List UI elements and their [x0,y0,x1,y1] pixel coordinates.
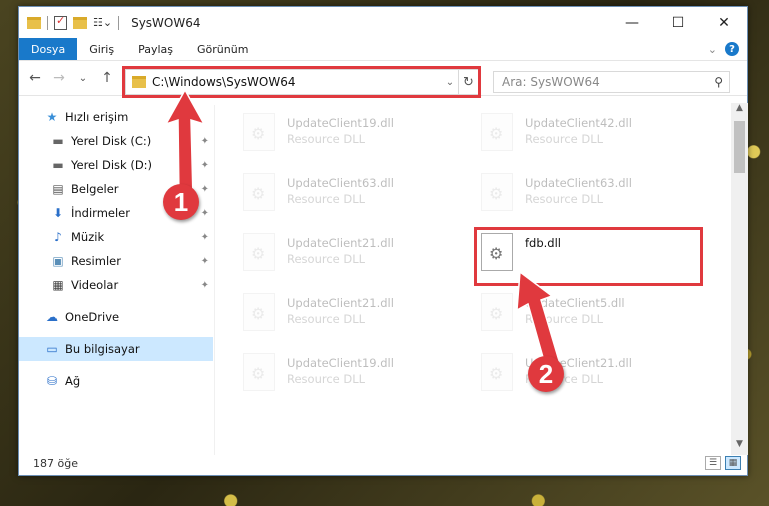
dll-file-icon [481,173,513,211]
status-bar: 187 öğe ☰ ▦ [19,451,747,475]
star-icon: ★ [46,110,58,124]
sidebar-item-label: Hızlı erişim [65,110,129,124]
dll-file-icon [243,353,275,391]
window-controls: — ☐ ✕ [609,7,747,38]
file-type: Resource DLL [287,312,366,326]
documents-icon: ▤ [52,182,64,196]
dll-file-icon [481,113,513,151]
tab-giris[interactable]: Giriş [77,38,126,60]
pane-divider [214,105,215,455]
properties-icon[interactable] [54,14,67,30]
sidebar-item-music[interactable]: ♪ Müzik ✦ [19,225,213,249]
pin-icon[interactable]: ✦ [201,232,209,243]
sidebar-item-label: İndirmeler [71,206,130,220]
customize-toolbar-icon[interactable]: ☷⌄ [93,16,112,29]
help-icon[interactable]: ? [725,42,739,56]
file-name: UpdateClient42.dll [525,116,632,130]
file-name: UpdateClient19.dll [287,116,394,130]
forward-button[interactable]: → [49,68,69,88]
step2-badge: 2 [528,356,564,392]
search-placeholder: Ara: SysWOW64 [502,75,600,89]
maximize-button[interactable]: ☐ [655,7,701,38]
dll-file-icon [243,173,275,211]
sidebar-item-label: Videolar [71,278,119,292]
large-icons-view-icon[interactable]: ▦ [725,456,741,470]
sidebar-item-label: OneDrive [65,310,120,324]
search-icon: ⚲ [714,75,723,89]
drive-icon: ▬ [52,158,64,172]
tab-paylas[interactable]: Paylaş [126,38,185,60]
file-name: UpdateClient19.dll [287,356,394,370]
file-item[interactable]: UpdateClient63.dll Resource DLL [457,167,677,217]
scroll-up-icon[interactable]: ▲ [731,103,748,119]
pin-icon[interactable]: ✦ [201,208,209,219]
quick-access-toolbar: ☷⌄ SysWOW64 [19,14,201,30]
file-type: Resource DLL [287,132,366,146]
recent-locations-button[interactable]: ⌄ [73,68,93,88]
divider [47,15,48,30]
file-type: Resource DLL [287,372,366,386]
minimize-button[interactable]: — [609,7,655,38]
file-name: UpdateClient21.dll [287,236,394,250]
up-button[interactable]: ↑ [97,68,117,88]
file-item[interactable]: UpdateClient63.dll Resource DLL [219,167,439,217]
file-name: UpdateClient21.dll [287,296,394,310]
ribbon-tabs: Dosya Giriş Paylaş Görünüm ⌄ ? [19,38,747,60]
dll-file-icon [243,293,275,331]
file-item[interactable]: UpdateClient21.dll Resource DLL [219,287,439,337]
sidebar-item-network[interactable]: ⛁ Ağ [19,369,213,393]
music-icon: ♪ [54,230,62,244]
computer-icon: ▭ [46,342,58,356]
videos-icon: ▦ [52,278,64,292]
sidebar-item-label: Bu bilgisayar [65,342,140,356]
dll-file-icon [243,113,275,151]
sidebar-item-onedrive[interactable]: ☁ OneDrive [19,305,213,329]
file-type: Resource DLL [525,132,604,146]
pin-icon[interactable]: ✦ [201,280,209,291]
sidebar-item-label: Belgeler [71,182,119,196]
sidebar-item-label: Resimler [71,254,121,268]
file-type: Resource DLL [287,192,366,206]
pictures-icon: ▣ [52,254,64,268]
dll-file-icon [243,233,275,271]
step1-badge: 1 [163,184,199,220]
folder-icon [27,16,41,29]
sidebar-item-label: Ağ [65,374,81,388]
explorer-window: ☷⌄ SysWOW64 — ☐ ✕ Dosya Giriş Paylaş Gör… [18,6,748,476]
sidebar-item-label: Yerel Disk (D:) [71,158,153,172]
window-title: SysWOW64 [131,15,201,30]
expand-ribbon-icon[interactable]: ⌄ [708,43,717,56]
file-name: UpdateClient63.dll [287,176,394,190]
sidebar-item-label: Yerel Disk (C:) [71,134,152,148]
close-button[interactable]: ✕ [701,7,747,38]
sidebar-item-pictures[interactable]: ▣ Resimler ✦ [19,249,213,273]
new-folder-icon[interactable] [73,16,87,29]
sidebar-item-this-pc[interactable]: ▭ Bu bilgisayar [19,337,213,361]
scroll-thumb[interactable] [734,121,745,173]
sidebar-item-label: Müzik [71,230,105,244]
sidebar-item-videos[interactable]: ▦ Videolar ✦ [19,273,213,297]
file-type: Resource DLL [287,252,366,266]
file-name: UpdateClient63.dll [525,176,632,190]
tab-gorunum[interactable]: Görünüm [185,38,260,60]
file-item[interactable]: UpdateClient42.dll Resource DLL [457,107,677,157]
vertical-scrollbar[interactable]: ▲ ▼ [731,103,748,455]
search-input[interactable]: Ara: SysWOW64 ⚲ [493,71,730,93]
file-item[interactable]: UpdateClient19.dll Resource DLL [219,347,439,397]
network-icon: ⛁ [46,374,58,388]
download-icon: ⬇ [52,206,64,220]
file-item[interactable]: UpdateClient19.dll Resource DLL [219,107,439,157]
back-button[interactable]: ← [25,68,45,88]
details-view-icon[interactable]: ☰ [705,456,721,470]
item-count: 187 öğe [33,456,78,470]
divider [118,15,120,30]
file-item[interactable]: UpdateClient21.dll Resource DLL [219,227,439,277]
drive-icon: ▬ [52,134,64,148]
pin-icon[interactable]: ✦ [201,256,209,267]
title-bar: ☷⌄ SysWOW64 — ☐ ✕ [19,7,747,38]
file-type: Resource DLL [525,192,604,206]
cloud-icon: ☁ [46,310,58,324]
tab-dosya[interactable]: Dosya [19,38,78,60]
